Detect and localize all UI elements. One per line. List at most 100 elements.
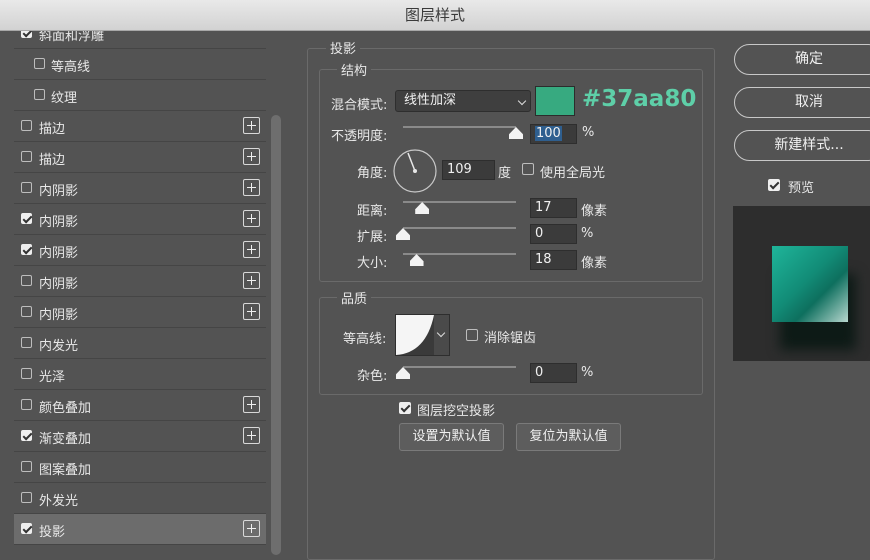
style-list-item[interactable]: 外发光 xyxy=(14,483,266,514)
noise-slider-track[interactable] xyxy=(403,366,516,368)
spread-unit: % xyxy=(581,226,594,241)
style-checkbox[interactable] xyxy=(21,461,32,472)
blend-mode-value: 线性加深 xyxy=(404,93,457,108)
style-list-label: 图案叠加 xyxy=(39,463,92,478)
add-effect-icon[interactable] xyxy=(243,272,260,289)
window-title: 图层样式 xyxy=(0,0,870,31)
style-list-item[interactable]: 内发光 xyxy=(14,328,266,359)
contour-picker[interactable] xyxy=(395,314,450,356)
style-list-item[interactable]: 内阴影 xyxy=(14,235,266,266)
structure-title: 结构 xyxy=(337,60,372,79)
style-list-item[interactable]: 内阴影 xyxy=(14,173,266,204)
spread-input[interactable]: 0 xyxy=(530,224,577,244)
style-checkbox[interactable] xyxy=(21,213,32,224)
angle-dial[interactable] xyxy=(392,148,438,194)
size-input[interactable]: 18 xyxy=(530,250,577,270)
style-list-item[interactable]: 渐变叠加 xyxy=(14,421,266,452)
reset-default-button[interactable]: 复位为默认值 xyxy=(516,423,621,451)
style-checkbox[interactable] xyxy=(21,523,32,534)
opacity-value: 100 xyxy=(535,126,562,141)
style-checkbox[interactable] xyxy=(21,492,32,503)
add-effect-icon[interactable] xyxy=(243,148,260,165)
style-checkbox[interactable] xyxy=(21,306,32,317)
noise-input[interactable]: 0 xyxy=(530,363,577,383)
style-list-label: 内阴影 xyxy=(39,277,79,292)
anti-alias-label: 消除锯齿 xyxy=(484,331,537,346)
shadow-color-swatch[interactable] xyxy=(535,86,575,116)
anti-alias-checkbox[interactable] xyxy=(466,329,478,341)
style-list-label: 内阴影 xyxy=(39,215,79,230)
add-effect-icon[interactable] xyxy=(243,241,260,258)
style-list-label: 投影 xyxy=(39,525,66,540)
global-light-checkbox[interactable] xyxy=(522,163,534,175)
style-checkbox[interactable] xyxy=(21,31,32,38)
style-checkbox[interactable] xyxy=(34,58,45,69)
style-list-item[interactable]: 图案叠加 xyxy=(14,452,266,483)
add-effect-icon[interactable] xyxy=(243,520,260,537)
style-list-item[interactable]: 纹理 xyxy=(14,80,266,111)
size-slider-track[interactable] xyxy=(403,253,516,255)
style-checkbox[interactable] xyxy=(21,275,32,286)
style-list-item[interactable]: 内阴影 xyxy=(14,204,266,235)
blend-mode-select[interactable]: 线性加深 xyxy=(395,90,531,112)
angle-input[interactable]: 109 xyxy=(442,160,495,180)
size-label: 大小: xyxy=(357,256,388,271)
distance-input[interactable]: 17 xyxy=(530,198,577,218)
global-light-label: 使用全局光 xyxy=(540,166,606,181)
add-effect-icon[interactable] xyxy=(243,396,260,413)
add-effect-icon[interactable] xyxy=(243,210,260,227)
style-checkbox[interactable] xyxy=(21,337,32,348)
style-list-label: 描边 xyxy=(39,122,66,137)
preview-checkbox[interactable] xyxy=(768,179,780,191)
style-list-item[interactable]: 颜色叠加 xyxy=(14,390,266,421)
style-list-item[interactable]: 投影 xyxy=(14,514,266,545)
distance-slider-track[interactable] xyxy=(403,201,516,203)
style-list-scrollbar[interactable] xyxy=(270,38,282,555)
style-checkbox[interactable] xyxy=(21,120,32,131)
section-title: 投影 xyxy=(326,38,361,57)
opacity-label: 不透明度: xyxy=(331,129,388,144)
style-checkbox[interactable] xyxy=(21,399,32,410)
style-list-item[interactable]: 斜面和浮雕 xyxy=(14,31,266,49)
make-default-button[interactable]: 设置为默认值 xyxy=(399,423,504,451)
style-list-item[interactable]: 内阴影 xyxy=(14,266,266,297)
opacity-slider-track[interactable] xyxy=(403,126,516,128)
contour-label: 等高线: xyxy=(343,332,387,347)
add-effect-icon[interactable] xyxy=(243,179,260,196)
style-list-item[interactable]: 等高线 xyxy=(14,49,266,80)
style-list-label: 纹理 xyxy=(51,91,78,106)
add-effect-icon[interactable] xyxy=(243,117,260,134)
layer-style-list: 斜面和浮雕 等高线 纹理 描边 描边 内阴影 内阴影 内阴影 内阴影 内阴影 内发光 光泽 颜色叠加 渐变… xyxy=(14,31,267,548)
style-checkbox[interactable] xyxy=(21,430,32,441)
spread-slider-track[interactable] xyxy=(403,227,516,229)
add-effect-icon[interactable] xyxy=(243,427,260,444)
style-list-label: 描边 xyxy=(39,153,66,168)
angle-unit: 度 xyxy=(498,166,512,181)
style-checkbox[interactable] xyxy=(21,151,32,162)
ok-button[interactable]: 确定 xyxy=(734,44,870,75)
opacity-input[interactable]: 100 xyxy=(530,124,577,144)
cancel-button[interactable]: 取消 xyxy=(734,87,870,118)
style-list-label: 内阴影 xyxy=(39,246,79,261)
knockout-label: 图层挖空投影 xyxy=(417,404,496,419)
scrollbar-thumb[interactable] xyxy=(271,115,281,555)
style-list-item[interactable]: 描边 xyxy=(14,142,266,173)
style-list-item[interactable]: 光泽 xyxy=(14,359,266,390)
opacity-unit: % xyxy=(582,125,595,140)
knockout-checkbox[interactable] xyxy=(399,402,411,414)
style-checkbox[interactable] xyxy=(21,368,32,379)
style-checkbox[interactable] xyxy=(34,89,45,100)
style-list-label: 斜面和浮雕 xyxy=(39,31,105,44)
spread-label: 扩展: xyxy=(357,230,388,245)
style-list-item[interactable]: 内阴影 xyxy=(14,297,266,328)
style-list-item[interactable]: 描边 xyxy=(14,111,266,142)
style-list-label: 等高线 xyxy=(51,60,91,75)
noise-label: 杂色: xyxy=(357,369,388,384)
new-style-button[interactable]: 新建样式... xyxy=(734,130,870,161)
style-list-label: 颜色叠加 xyxy=(39,401,92,416)
style-list-label: 渐变叠加 xyxy=(39,432,92,447)
style-checkbox[interactable] xyxy=(21,182,32,193)
quality-title: 品质 xyxy=(337,288,372,307)
add-effect-icon[interactable] xyxy=(243,303,260,320)
style-checkbox[interactable] xyxy=(21,244,32,255)
